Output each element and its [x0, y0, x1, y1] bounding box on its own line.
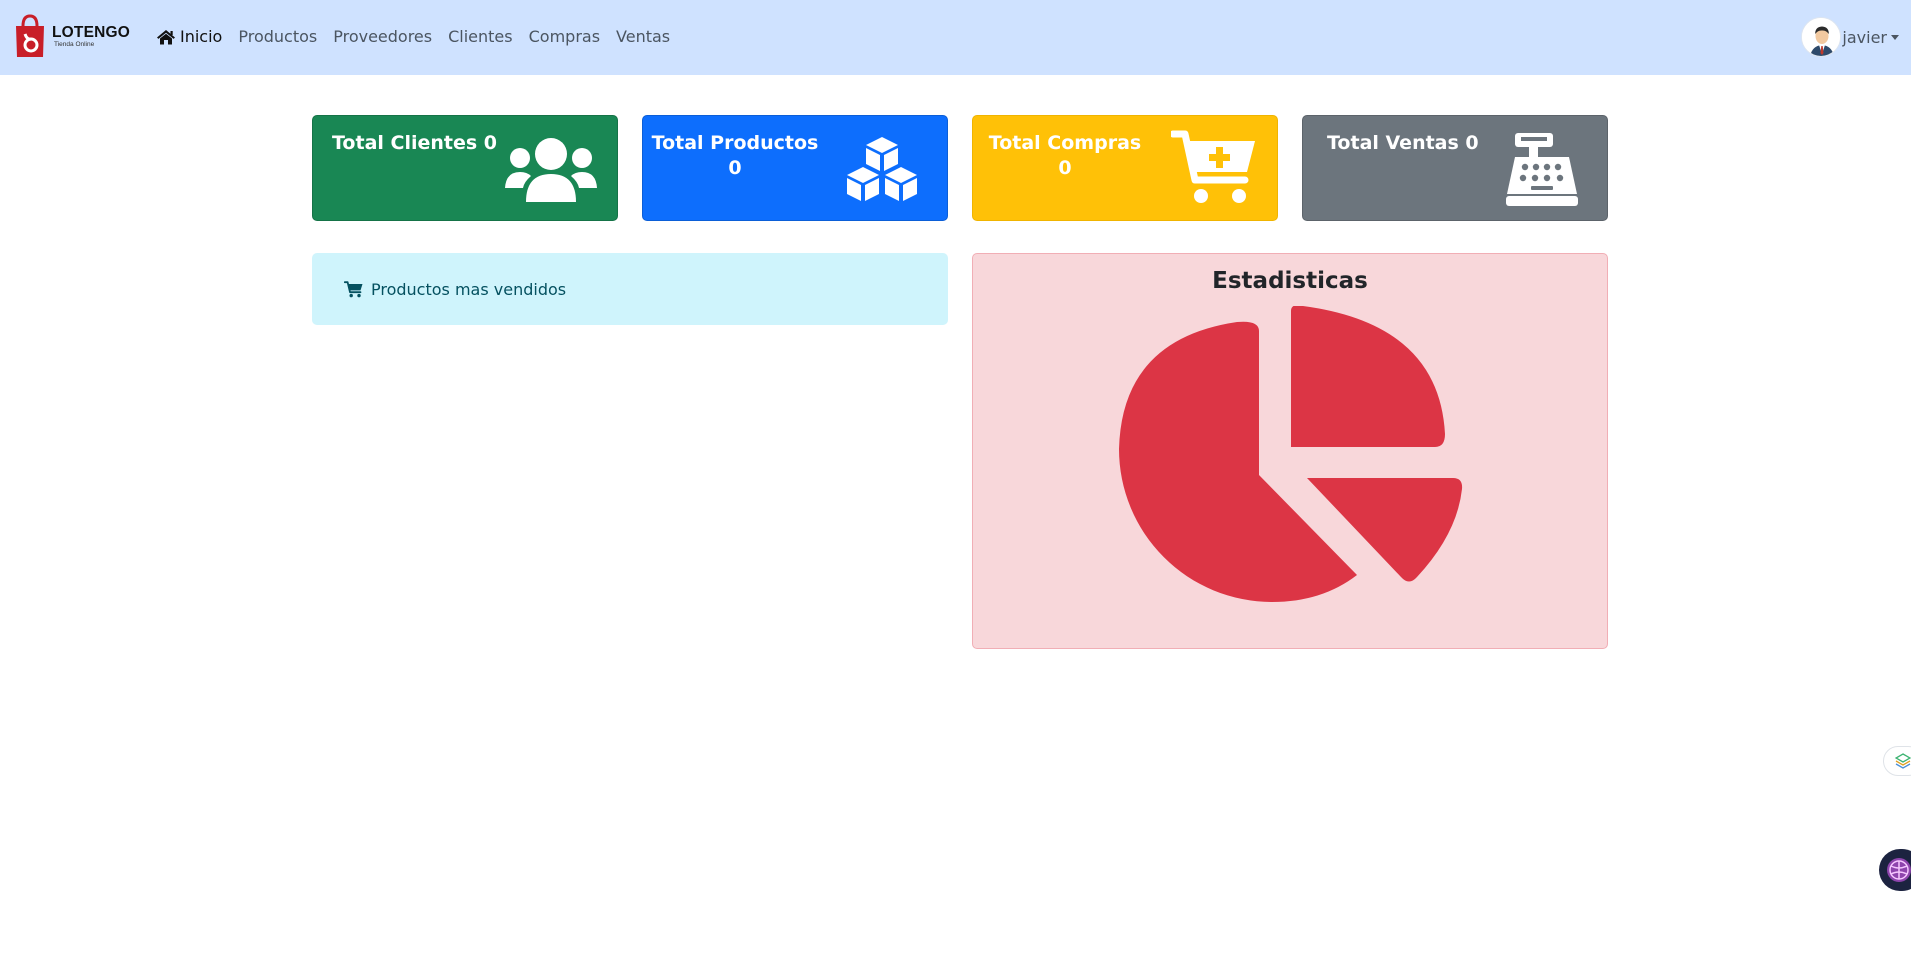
- card-total-ventas[interactable]: Total Ventas 0: [1302, 115, 1608, 221]
- pie-chart-icon: [1119, 306, 1463, 602]
- home-icon: [156, 29, 176, 45]
- nav-ventas[interactable]: Ventas: [616, 27, 670, 46]
- card-total-compras-title: Total Compras: [988, 132, 1142, 154]
- statistics-panel[interactable]: Estadisticas: [972, 253, 1608, 649]
- shopping-bag-logo-icon: [16, 14, 44, 57]
- card-total-productos-value: 0: [728, 157, 742, 179]
- card-total-compras-label: Total Compras 0: [973, 131, 1157, 181]
- layers-icon: [1895, 753, 1911, 769]
- nav-inicio-label: Inicio: [180, 27, 223, 46]
- cart-plus-icon: [1171, 130, 1255, 203]
- extension-widget-button[interactable]: [1883, 746, 1911, 776]
- card-total-clientes-label: Total Clientes 0: [332, 132, 498, 154]
- cash-register-icon: [1506, 133, 1578, 206]
- nav-productos[interactable]: Productos: [238, 27, 317, 46]
- brand-logo[interactable]: LOTENGO Tienda Online: [14, 14, 130, 59]
- main-nav: Inicio Productos Proveedores Clientes Co…: [156, 27, 686, 46]
- nav-compras[interactable]: Compras: [529, 27, 600, 46]
- top-navbar: LOTENGO Tienda Online Inicio Productos P…: [0, 0, 1911, 75]
- chevron-down-icon: [1891, 34, 1899, 40]
- card-total-productos-label: Total Productos 0: [643, 131, 827, 181]
- cart-icon: [344, 280, 363, 298]
- brand-tagline: Tienda Online: [54, 41, 95, 48]
- card-total-clientes[interactable]: Total Clientes 0: [312, 115, 618, 221]
- statistics-title: Estadisticas: [1212, 268, 1368, 294]
- brand-name: LOTENGO: [52, 23, 131, 41]
- nav-inicio[interactable]: Inicio: [156, 27, 222, 46]
- top-products-label: Productos mas vendidos: [371, 279, 567, 299]
- user-menu[interactable]: javier: [1801, 17, 1899, 57]
- assistant-widget-button[interactable]: [1879, 849, 1911, 891]
- card-total-ventas-label: Total Ventas 0: [1327, 132, 1479, 154]
- avatar: [1801, 17, 1842, 57]
- cubes-icon: [847, 137, 917, 201]
- top-products-panel[interactable]: Productos mas vendidos: [312, 253, 948, 325]
- brain-icon: [1887, 858, 1911, 882]
- nav-proveedores[interactable]: Proveedores: [333, 27, 432, 46]
- card-total-compras[interactable]: Total Compras 0: [972, 115, 1278, 221]
- username: javier: [1842, 27, 1887, 47]
- users-icon: [505, 138, 597, 202]
- card-total-compras-value: 0: [1058, 157, 1072, 179]
- nav-clientes[interactable]: Clientes: [448, 27, 513, 46]
- card-total-productos-title: Total Productos: [651, 132, 819, 154]
- card-total-productos[interactable]: Total Productos 0: [642, 115, 948, 221]
